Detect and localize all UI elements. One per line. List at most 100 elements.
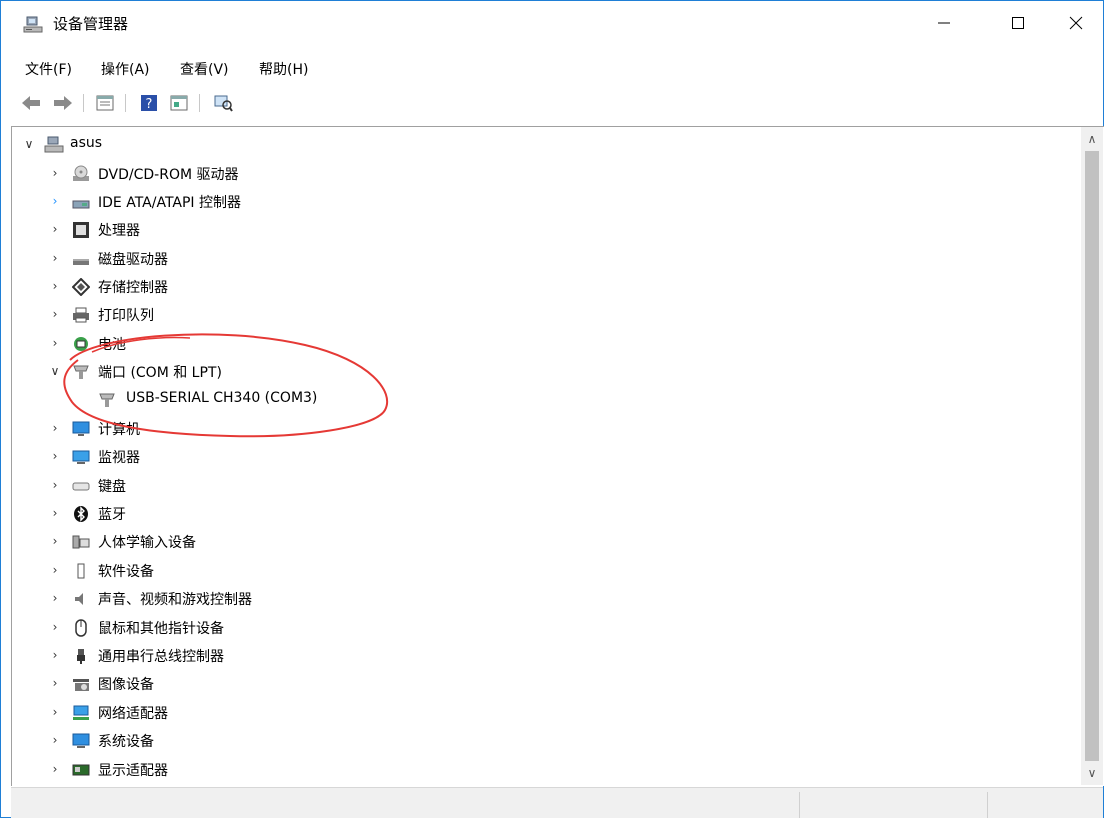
tree-item-monitor[interactable]: › 监视器 (12, 443, 1072, 471)
camera-icon (72, 675, 90, 693)
keyboard-icon (72, 477, 90, 495)
tree-item-label: 监视器 (98, 450, 140, 466)
menu-file[interactable]: 文件(F) (21, 57, 76, 81)
maximize-button[interactable] (995, 1, 1041, 45)
computer-icon (72, 420, 90, 438)
collapse-chevron-icon[interactable]: › (48, 648, 62, 662)
tree-item-software-device[interactable]: › 软件设备 (12, 557, 1072, 585)
tree-item-disk[interactable]: › 磁盘驱动器 (12, 245, 1072, 273)
tree-item-label: IDE ATA/ATAPI 控制器 (98, 195, 242, 211)
collapse-chevron-icon[interactable]: › (48, 591, 62, 605)
tree-item-system[interactable]: › 系统设备 (12, 727, 1072, 755)
close-button[interactable] (1053, 1, 1099, 45)
menu-view[interactable]: 查看(V) (176, 57, 233, 81)
collapse-chevron-icon[interactable]: › (48, 478, 62, 492)
disk-icon (72, 250, 90, 268)
collapse-chevron-icon[interactable]: › (48, 307, 62, 321)
collapse-chevron-icon[interactable]: › (48, 762, 62, 776)
tree-item-bluetooth[interactable]: › 蓝牙 (12, 500, 1072, 528)
dvd-icon (72, 165, 90, 183)
collapse-chevron-icon[interactable]: › (48, 449, 62, 463)
tree-item-battery[interactable]: › 电池 (12, 330, 1072, 358)
bluetooth-icon (72, 505, 90, 523)
tree-item-usb-serial-ch340[interactable]: USB-SERIAL CH340 (COM3) (12, 386, 1072, 414)
network-icon (72, 704, 90, 722)
scan-hardware-icon[interactable] (211, 91, 235, 115)
collapse-chevron-icon[interactable]: › (48, 676, 62, 690)
device-manager-icon (23, 15, 43, 35)
device-tree: ∨ asus › DVD/CD-ROM 驱动器 › IDE ATA/ATAPI … (12, 127, 1080, 786)
scroll-down-icon[interactable]: ∨ (1081, 763, 1103, 783)
expand-chevron-icon[interactable]: ∨ (22, 137, 36, 151)
collapse-chevron-icon[interactable]: › (48, 534, 62, 548)
tree-item-storage[interactable]: › 存储控制器 (12, 273, 1072, 301)
tree-item-hid[interactable]: › 人体学输入设备 (12, 528, 1072, 556)
sound-icon (72, 590, 90, 608)
expand-chevron-icon[interactable]: ∨ (48, 364, 62, 378)
collapse-chevron-icon[interactable]: › (48, 222, 62, 236)
scroll-up-icon[interactable]: ∧ (1081, 129, 1103, 149)
properties-icon[interactable] (93, 91, 117, 115)
tree-item-cpu[interactable]: › 处理器 (12, 216, 1072, 244)
tree-item-label: 电池 (98, 337, 126, 353)
collapse-chevron-icon[interactable]: › (48, 733, 62, 747)
tree-item-label: 端口 (COM 和 LPT) (98, 365, 222, 381)
collapse-chevron-icon[interactable]: › (48, 563, 62, 577)
svg-text:?: ? (146, 97, 153, 112)
status-bar (11, 787, 1103, 818)
collapse-chevron-icon[interactable]: › (48, 279, 62, 293)
tree-item-dvd[interactable]: › DVD/CD-ROM 驱动器 (12, 160, 1072, 188)
title-bar[interactable]: 设备管理器 (1, 1, 1103, 45)
tree-item-usb-controller[interactable]: › 通用串行总线控制器 (12, 642, 1072, 670)
hid-icon (72, 533, 90, 551)
tree-item-ide[interactable]: › IDE ATA/ATAPI 控制器 (12, 188, 1072, 216)
help-icon[interactable]: ? (137, 91, 161, 115)
collapse-chevron-icon[interactable]: › (48, 506, 62, 520)
tree-item-label: 显示适配器 (98, 763, 168, 779)
tree-item-label: USB-SERIAL CH340 (COM3) (126, 390, 318, 406)
computer-root-icon (44, 136, 64, 154)
tree-item-label: 软件设备 (98, 564, 154, 580)
tree-item-imaging[interactable]: › 图像设备 (12, 670, 1072, 698)
tree-item-label: 磁盘驱动器 (98, 252, 168, 268)
tree-item-label: 网络适配器 (98, 706, 168, 722)
display-adapter-icon (72, 761, 90, 779)
toolbar: ? (1, 91, 1103, 117)
collapse-chevron-icon[interactable]: › (48, 251, 62, 265)
collapse-chevron-icon[interactable]: › (48, 620, 62, 634)
menu-help[interactable]: 帮助(H) (255, 57, 312, 81)
forward-icon[interactable] (51, 91, 75, 115)
show-hidden-icon[interactable] (167, 91, 191, 115)
collapse-chevron-icon[interactable]: › (48, 705, 62, 719)
tree-item-network[interactable]: › 网络适配器 (12, 699, 1072, 727)
collapse-chevron-icon[interactable]: › (48, 336, 62, 350)
device-manager-window: 设备管理器 文件(F) 操作(A) 查看(V) 帮助(H) ? ∨ asus ›… (0, 0, 1104, 818)
tree-item-label: 系统设备 (98, 734, 154, 750)
tree-root-label: asus (70, 135, 103, 151)
menu-action[interactable]: 操作(A) (97, 57, 154, 81)
cpu-icon (72, 221, 90, 239)
tree-item-ports[interactable]: ∨ 端口 (COM 和 LPT) (12, 358, 1072, 386)
tree-item-computer[interactable]: › 计算机 (12, 415, 1072, 443)
software-device-icon (72, 562, 90, 580)
scrollbar-thumb[interactable] (1085, 151, 1099, 761)
tree-root-asus[interactable]: ∨ asus (12, 131, 1072, 159)
tree-item-keyboard[interactable]: › 键盘 (12, 472, 1072, 500)
back-icon[interactable] (19, 91, 43, 115)
tree-item-label: 计算机 (98, 422, 140, 438)
minimize-button[interactable] (921, 1, 967, 45)
port-icon (98, 391, 116, 409)
collapse-chevron-icon[interactable]: › (48, 194, 62, 208)
device-tree-view[interactable]: ∨ asus › DVD/CD-ROM 驱动器 › IDE ATA/ATAPI … (11, 126, 1104, 786)
vertical-scrollbar[interactable]: ∧ ∨ (1081, 127, 1103, 785)
tree-item-label: 键盘 (98, 479, 126, 495)
collapse-chevron-icon[interactable]: › (48, 421, 62, 435)
tree-item-label: 打印队列 (98, 308, 154, 324)
tree-item-sound[interactable]: › 声音、视频和游戏控制器 (12, 585, 1072, 613)
tree-item-label: 鼠标和其他指针设备 (98, 621, 224, 637)
usb-icon (72, 647, 90, 665)
tree-item-mouse[interactable]: › 鼠标和其他指针设备 (12, 614, 1072, 642)
collapse-chevron-icon[interactable]: › (48, 166, 62, 180)
tree-item-printer[interactable]: › 打印队列 (12, 301, 1072, 329)
tree-item-display-adapter[interactable]: › 显示适配器 (12, 756, 1072, 784)
